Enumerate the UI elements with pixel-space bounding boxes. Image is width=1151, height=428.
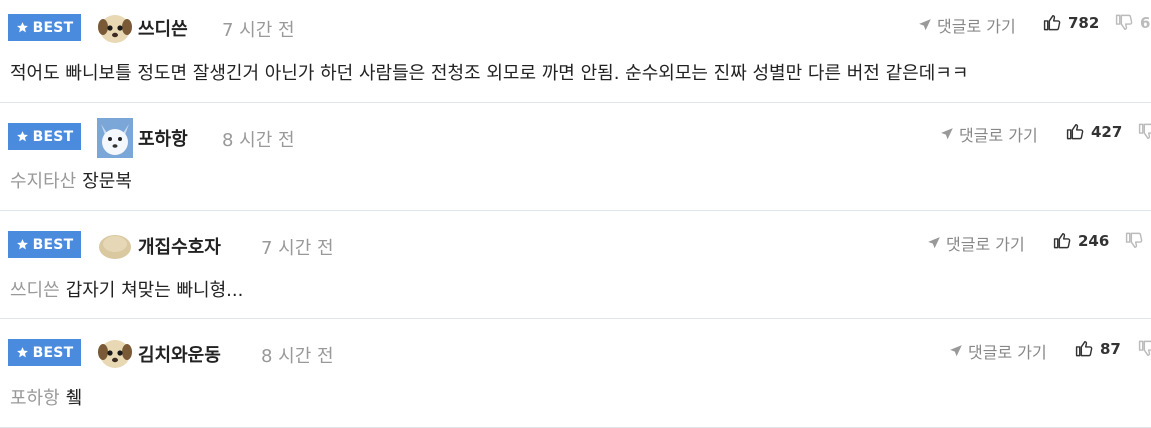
like-count: 246 — [1078, 231, 1110, 250]
comment-text: 적어도 빠니보틀 정도면 잘생긴거 아닌가 하던 사람들은 전청조 외모로 까면… — [10, 63, 969, 84]
thumbs-down-icon — [1138, 339, 1151, 358]
comment-text: 갑자기 쳐맞는 빠니형... — [65, 280, 244, 301]
send-arrow-icon — [918, 18, 932, 32]
mention-nickname[interactable]: 쓰디쓴 — [10, 280, 60, 301]
best-badge: BEST — [8, 14, 81, 41]
comment-time: 7 시간 전 — [222, 20, 295, 41]
dislike-button[interactable] — [1138, 122, 1151, 141]
like-button[interactable]: 782 — [1043, 13, 1099, 32]
like-button[interactable]: 246 — [1053, 231, 1109, 250]
best-badge: BEST — [8, 231, 81, 258]
thumbs-up-icon — [1075, 339, 1094, 358]
comment-nickname[interactable]: 쓰디쓴 — [138, 15, 188, 41]
mention-nickname[interactable]: 포하항 — [10, 388, 60, 409]
star-icon — [16, 130, 29, 143]
thumbs-down-icon — [1115, 13, 1134, 32]
comment-nickname[interactable]: 포하항 — [138, 125, 188, 151]
like-count: 427 — [1091, 122, 1123, 141]
send-arrow-icon — [940, 127, 954, 141]
go-to-reply-link[interactable]: 댓글로 가기 — [940, 122, 1038, 146]
like-count: 782 — [1068, 13, 1100, 32]
comment-body: 적어도 빠니보틀 정도면 잘생긴거 아닌가 하던 사람들은 전청조 외모로 까면… — [10, 59, 968, 85]
comment-nickname[interactable]: 김치와운동 — [138, 341, 221, 367]
dislike-count: 6 — [1140, 13, 1151, 32]
puppy-avatar[interactable] — [97, 335, 133, 371]
comment-body: 포하항 췤 — [10, 384, 82, 410]
dislike-button[interactable] — [1125, 231, 1144, 250]
thumbs-down-icon — [1125, 231, 1144, 250]
star-icon — [16, 238, 29, 251]
comment-time: 7 시간 전 — [261, 238, 334, 259]
thumbs-up-icon — [1053, 231, 1072, 250]
comment-text: 장문복 — [82, 171, 132, 192]
send-arrow-icon — [927, 236, 941, 250]
comment-item: BEST 쓰디쓴 7 시간 전 댓글로 가기 782 6 적어도 빠니보틀 정도… — [0, 0, 1151, 103]
star-icon — [16, 21, 29, 34]
dislike-button[interactable]: 6 — [1115, 13, 1150, 32]
puppy-avatar[interactable] — [97, 10, 133, 46]
husky-avatar[interactable] — [97, 118, 133, 158]
thumbs-up-icon — [1043, 13, 1062, 32]
best-badge: BEST — [8, 123, 81, 150]
thumbs-down-icon — [1138, 122, 1151, 141]
best-comment-list: BEST 쓰디쓴 7 시간 전 댓글로 가기 782 6 적어도 빠니보틀 정도… — [0, 0, 1151, 428]
comment-nickname[interactable]: 개집수호자 — [138, 233, 221, 259]
comment-item: BEST 개집수호자 7 시간 전 댓글로 가기 246 쓰디쓴 갑자기 쳐맞는 … — [0, 211, 1151, 319]
go-to-reply-link[interactable]: 댓글로 가기 — [949, 339, 1047, 363]
dislike-button[interactable] — [1138, 339, 1151, 358]
star-icon — [16, 346, 29, 359]
go-to-reply-link[interactable]: 댓글로 가기 — [918, 13, 1016, 37]
comment-time: 8 시간 전 — [261, 346, 334, 367]
mention-nickname[interactable]: 수지타산 — [10, 171, 76, 192]
blob-avatar[interactable] — [97, 227, 133, 263]
comment-body: 쓰디쓴 갑자기 쳐맞는 빠니형... — [10, 276, 243, 302]
like-button[interactable]: 87 — [1075, 339, 1121, 358]
comment-item: BEST 김치와운동 8 시간 전 댓글로 가기 87 포하항 췤 — [0, 319, 1151, 428]
thumbs-up-icon — [1066, 122, 1085, 141]
like-count: 87 — [1100, 339, 1121, 358]
comment-time: 8 시간 전 — [222, 130, 295, 151]
send-arrow-icon — [949, 344, 963, 358]
comment-text: 췤 — [65, 388, 83, 409]
like-button[interactable]: 427 — [1066, 122, 1122, 141]
best-badge: BEST — [8, 339, 81, 366]
go-to-reply-link[interactable]: 댓글로 가기 — [927, 231, 1025, 255]
comment-item: BEST 포하항 8 시간 전 댓글로 가기 427 수지타산 장문복 — [0, 103, 1151, 211]
comment-body: 수지타산 장문복 — [10, 167, 132, 193]
